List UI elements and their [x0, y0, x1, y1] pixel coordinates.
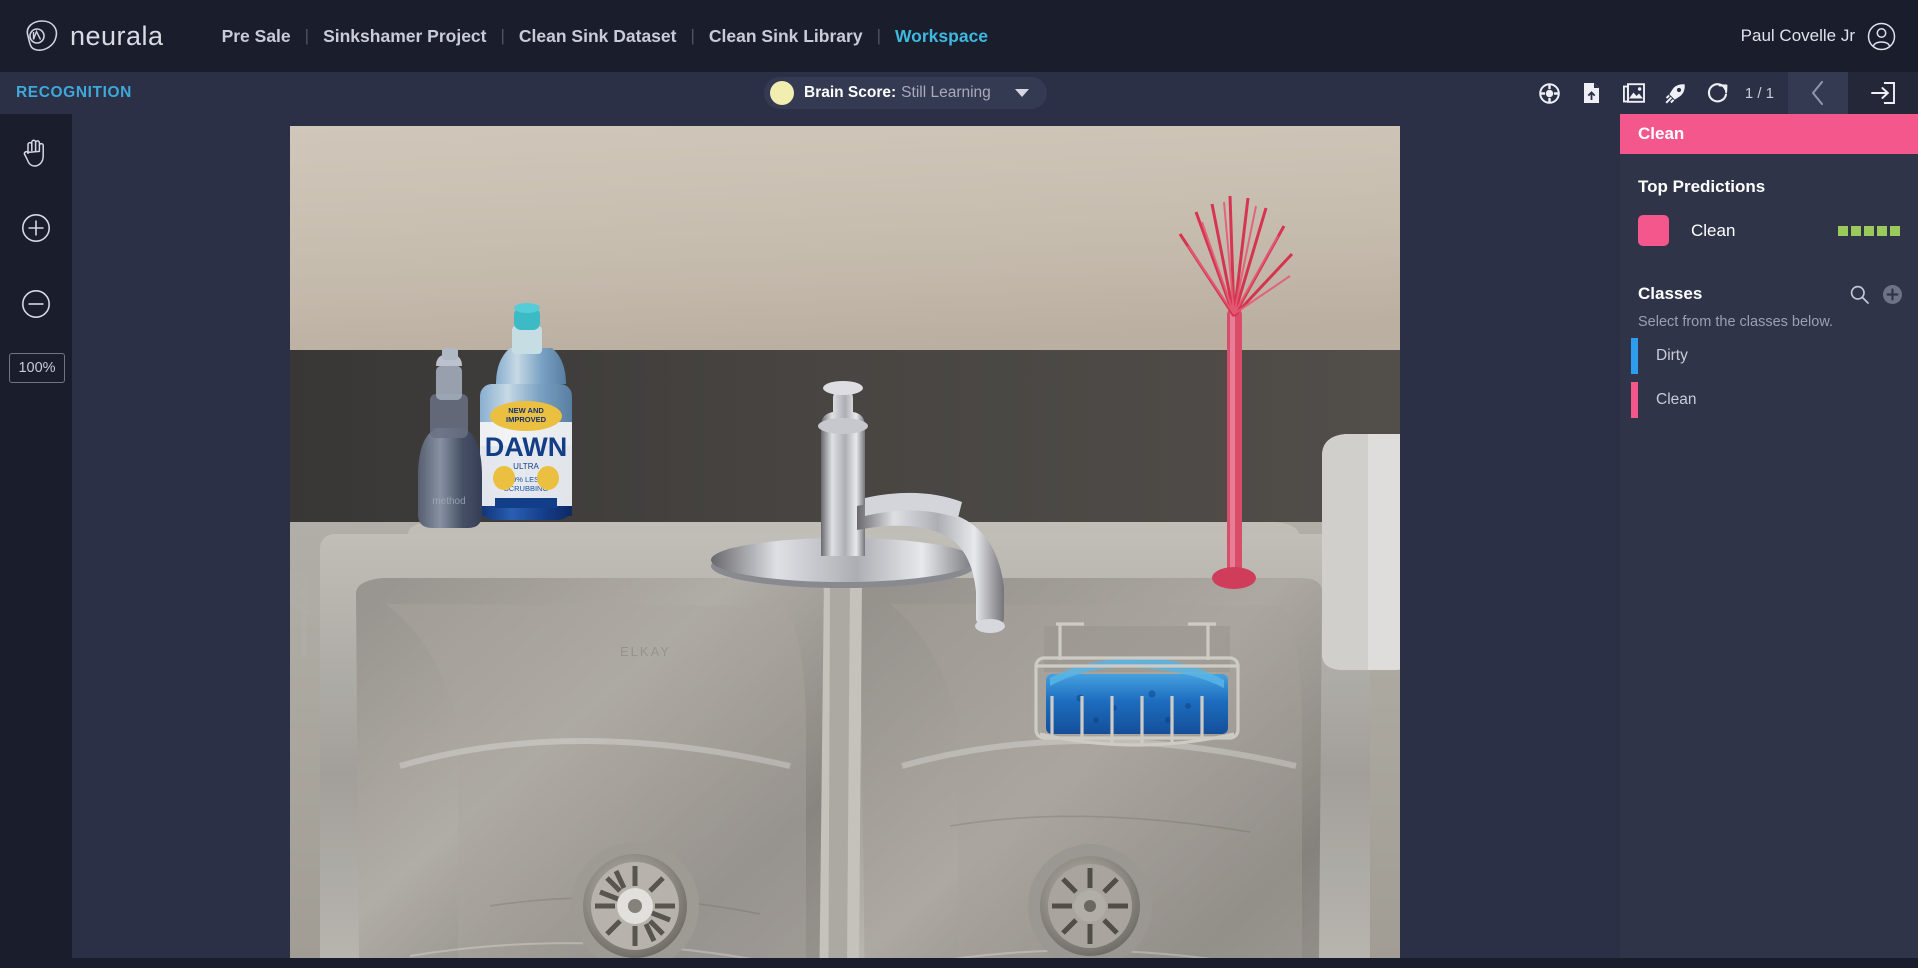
class-color-bar — [1631, 338, 1638, 374]
confidence-bar — [1838, 225, 1848, 236]
brain-score-status-dot — [770, 81, 794, 105]
sink-photo-render: ELKAY DAWN ULTRA 50% LESS SCRUBBING NEW … — [290, 126, 1400, 958]
user-name-label: Paul Covelle Jr — [1740, 26, 1855, 45]
class-row-clean[interactable]: Clean — [1620, 382, 1918, 418]
prediction-row-clean[interactable]: Clean — [1620, 197, 1918, 246]
image-canvas[interactable]: ELKAY DAWN ULTRA 50% LESS SCRUBBING NEW … — [72, 114, 1620, 968]
neurala-logo[interactable]: neurala — [22, 19, 164, 53]
clean-sink-photo[interactable]: ELKAY DAWN ULTRA 50% LESS SCRUBBING NEW … — [290, 126, 1400, 958]
confidence-bar — [1890, 225, 1900, 236]
add-class-icon[interactable] — [1883, 284, 1902, 304]
class-label: Dirty — [1656, 347, 1688, 364]
confidence-bar — [1864, 225, 1874, 236]
panel-header-class-label: Clean — [1620, 114, 1918, 154]
logo-wordmark: neurala — [70, 20, 164, 51]
top-navigation-bar: neurala Pre Sale | Sinkshamer Project | … — [0, 0, 1918, 72]
pan-hand-tool[interactable] — [0, 114, 72, 190]
chevron-down-icon[interactable] — [1014, 89, 1029, 97]
primary-nav-links: Pre Sale | Sinkshamer Project | Clean Si… — [208, 26, 1002, 47]
rocket-deploy-icon[interactable] — [1655, 72, 1697, 114]
nav-link-workspace[interactable]: Workspace — [881, 26, 1002, 47]
search-icon[interactable] — [1850, 285, 1869, 304]
prediction-label: Clean — [1691, 220, 1736, 240]
classes-header: Classes — [1620, 246, 1918, 304]
brain-score-label: Brain Score: — [804, 84, 897, 101]
page-counter: 1 / 1 — [1744, 84, 1774, 102]
confidence-meter — [1838, 225, 1900, 236]
refresh-icon[interactable] — [1697, 72, 1739, 114]
tab-recognition[interactable]: RECOGNITION — [0, 72, 150, 114]
zoom-in-tool[interactable] — [0, 190, 72, 266]
file-upload-icon[interactable] — [1571, 72, 1613, 114]
class-color-bar — [1631, 382, 1638, 418]
collapse-panel-button[interactable] — [1848, 72, 1918, 114]
confidence-bar — [1877, 225, 1887, 236]
brain-score-dropdown[interactable]: Brain Score: Still Learning — [764, 77, 1047, 109]
predictions-panel: Clean Top Predictions Clean Classes Sele… — [1620, 114, 1918, 968]
classes-hint-text: Select from the classes below. — [1638, 314, 1834, 330]
neurala-brain-logo-icon — [22, 19, 60, 53]
toolbar-actions: 1 / 1 — [1529, 72, 1918, 114]
zoom-level-indicator[interactable]: 100% — [9, 353, 65, 383]
nav-link-pre-sale[interactable]: Pre Sale — [208, 26, 305, 47]
app-root: neurala Pre Sale | Sinkshamer Project | … — [0, 0, 1918, 968]
previous-image-button[interactable] — [1788, 72, 1848, 114]
confidence-bar — [1851, 225, 1861, 236]
user-menu[interactable]: Paul Covelle Jr — [1741, 0, 1896, 72]
brain-score-value: Still Learning — [901, 84, 991, 101]
class-row-dirty[interactable]: Dirty — [1620, 338, 1918, 374]
classes-title: Classes — [1638, 284, 1703, 303]
zoom-out-tool[interactable] — [0, 266, 72, 342]
nav-link-clean-sink-library[interactable]: Clean Sink Library — [695, 26, 877, 47]
top-predictions-title: Top Predictions — [1638, 177, 1766, 196]
class-label: Clean — [1656, 391, 1697, 408]
bottom-edge-strip — [0, 958, 1918, 968]
canvas-tool-rail: 100% — [0, 114, 72, 968]
workspace-toolbar: RECOGNITION Brain Score: Still Learning — [0, 72, 1918, 114]
lifebuoy-help-icon[interactable] — [1529, 72, 1571, 114]
nav-link-sinkshamer-project[interactable]: Sinkshamer Project — [309, 26, 500, 47]
image-library-icon[interactable] — [1613, 72, 1655, 114]
user-account-icon[interactable] — [1867, 22, 1896, 51]
prediction-color-swatch — [1638, 215, 1669, 246]
nav-link-clean-sink-dataset[interactable]: Clean Sink Dataset — [505, 26, 691, 47]
